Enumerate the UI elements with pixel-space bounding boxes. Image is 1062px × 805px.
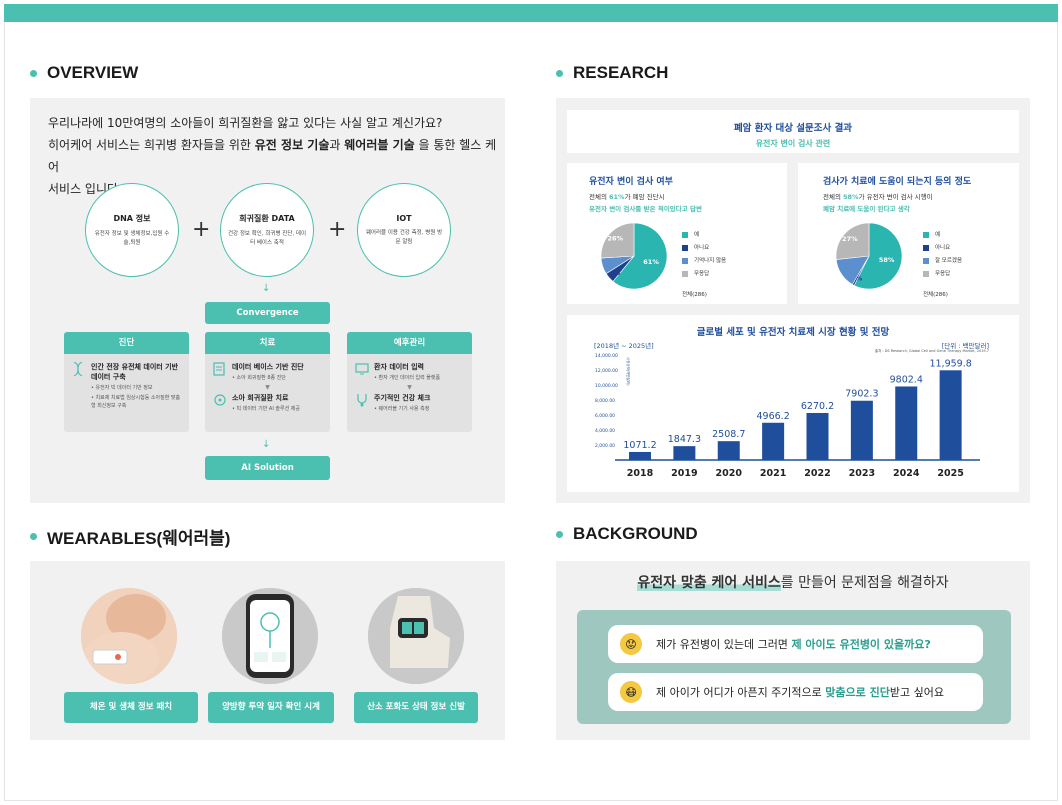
document-icon [213,362,227,376]
bar-value-label: 1847.3 [668,434,701,445]
bar-2025 [939,370,962,460]
monitor-icon [355,362,369,376]
bar-chart: 14,000.00 12,000.00 10,000.00 8,000.00 6,000… [595,353,980,479]
pie-slice-label-2: 8% [604,260,616,268]
x-tick-label: 2019 [671,468,697,479]
x-tick-label: 2025 [937,468,963,479]
pie-slice-label-2: 15% [840,266,856,274]
arrow-down-icon: ↓ [262,283,271,294]
pie-chart-1: 61%5%8%26% [600,222,668,290]
smartwatch-image [222,588,318,684]
pie-slice-label-3: 26% [607,234,623,242]
x-tick-label: 2023 [849,468,875,479]
y-tick-label: 8,000.00 [595,398,615,404]
bar-value-label: 9802.4 [890,374,923,385]
bullet-dot-icon [30,533,37,540]
pie-chart-2: 58%1%15%27% [835,222,903,290]
arrow-down-icon: ▼ [407,384,412,391]
stethoscope-icon [355,393,369,407]
x-tick-label: 2024 [893,468,920,479]
dna-icon [72,361,86,377]
bar-2019 [673,446,696,460]
plus-icon: + [328,217,347,242]
overview-title: OVERVIEW [30,63,138,83]
arrow-down-icon: ▼ [265,384,270,391]
plus-icon: + [192,217,211,242]
bar-value-label: 11,959.8 [929,358,971,369]
y-tick-label: 4,000.00 [595,428,615,434]
bar-value-label: 2508.7 [712,429,745,440]
pie-chart-card-2: 검사가 치료에 도움이 되는지 등의 정도 전체의 58%가 유전자 변이 검사… [798,163,1019,304]
bar-2022 [806,412,829,460]
x-tick-label: 2018 [627,468,654,479]
dna-info-circle: DNA 정보 유전자 정보 및 생체정보,입원 수술,퇴원 [85,183,179,277]
bar-value-label: 4966.2 [757,411,790,422]
wearable-label-shoe: 산소 포화도 상태 정보 신발 [354,692,478,723]
convergence-label: Convergence [205,302,330,324]
rare-disease-data-circle: 희귀질환 DATA 건강 정보 확인, 희귀병 진단, 데이터 베이스 축적 [220,183,314,277]
bar-value-label: 1071.2 [623,440,656,451]
y-axis-label: 시장규모(백만달러) [626,357,631,386]
worried-face-icon: 😟 [620,633,642,655]
iot-circle: IOT 웨어러블 이용 건강 측정, 병원 방문 알림 [357,183,451,277]
background-title: BACKGROUND [556,524,698,544]
x-tick-label: 2022 [804,468,830,479]
treatment-card: 치료 데이터 베이스 기반 진단 • 소아 희귀질환 8종 진단 ▼ 소아 희귀… [205,332,330,432]
y-tick-label: 10,000.00 [595,383,618,389]
pie-1-legend: 예 아니요 기억나지 않음 무응답 [682,229,726,281]
quote-bubble-2: 😷 제 아이가 어디가 아픈지 주기적으로 맞춤으로 진단받고 싶어요 [608,673,983,711]
pie-2-legend: 예 아니요 잘 모르겠음 무응답 [923,229,962,281]
mask-face-icon: 😷 [620,681,642,703]
ai-solution-label: AI Solution [205,456,330,480]
pie-slice-label-3: 27% [842,235,858,243]
research-title: RESEARCH [556,63,668,83]
background-headline: 유전자 맞춤 케어 서비스를 만들어 문제점을 해결하자 [637,575,949,591]
ai-brain-icon [213,393,227,407]
y-tick-label: 12,000.00 [595,368,618,374]
diagnosis-card: 진단 인간 전장 유전체 데이터 기반 데이터 구축 • 유전자 빅 데이터 기… [64,332,189,432]
bullet-dot-icon [556,530,563,538]
bullet-dot-icon [556,69,563,77]
bar-2020 [717,441,740,460]
market-bar-chart-card: 글로벌 세포 및 유전자 치료제 시장 현황 및 전망 [2018년 ~ 202… [567,315,1019,492]
pie-chart-card-1: 유전자 변이 검사 여부 전체의 61%가 폐암 진단시 유전자 변이 검사를 … [567,163,787,304]
bar-2024 [895,386,918,460]
pie-slice-label-0: 61% [643,258,659,266]
bar-2018 [629,451,651,460]
wearable-label-patch: 체온 및 생체 정보 패치 [64,692,198,723]
x-tick-label: 2020 [716,468,743,479]
smart-shoe-image [368,588,464,684]
bar-value-label: 7902.3 [845,389,878,400]
top-accent-bar [4,4,1058,22]
x-tick-label: 2021 [760,468,786,479]
baby-patch-image [81,588,177,684]
bar-2023 [850,400,873,460]
quote-bubble-1: 😟 제가 유전병이 있는데 그러면 제 아이도 유전병이 있을까요? [608,625,983,663]
bar-2021 [762,422,785,460]
prognosis-card: 예후관리 환자 데이터 입력 • 환자 개인 데이터 입력 플랫폼 ▼ 주기적인… [347,332,472,432]
wearables-title: WEARABLES(웨어러블) [30,524,230,549]
bullet-dot-icon [30,69,37,77]
y-tick-label: 2,000.00 [595,443,615,449]
arrow-down-icon: ↓ [262,439,271,450]
y-tick-label: 14,000.00 [595,353,618,359]
y-tick-label: 6,000.00 [595,413,615,419]
bar-value-label: 6270.2 [801,401,834,412]
pie-slice-label-0: 58% [879,256,895,264]
survey-header: 폐암 환자 대상 설문조사 결과 유전자 변이 검사 관련 [567,110,1019,153]
wearable-label-watch: 양방향 투약 일자 확인 시계 [208,692,334,723]
